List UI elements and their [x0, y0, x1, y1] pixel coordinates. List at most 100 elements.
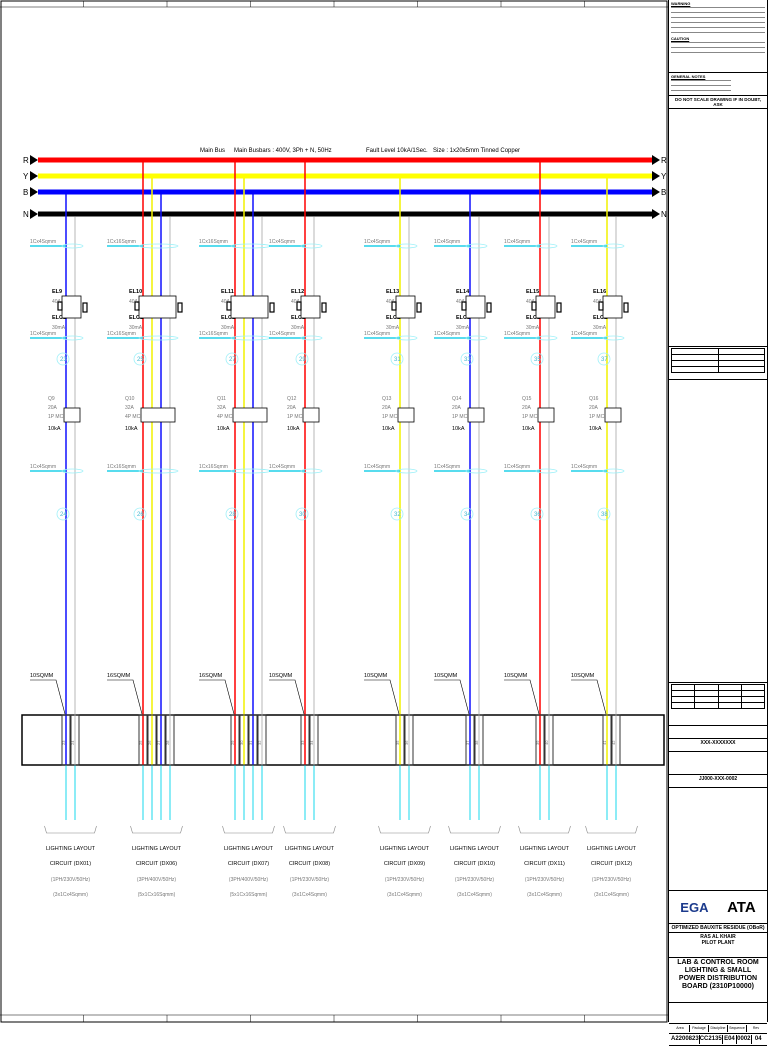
vendor-doc-number: JJ000-XXX-0002	[669, 775, 767, 788]
circuit-ref-in: 25	[137, 357, 144, 363]
circuit-description: LIGHTING LAYOUT	[285, 846, 335, 852]
elcb-sensitivity: 30mA	[129, 325, 143, 331]
circuit-description: LIGHTING LAYOUT	[380, 846, 430, 852]
bus-arrow-right-icon	[652, 187, 660, 197]
mcb-symbol	[64, 408, 80, 422]
circuit-ref-out: 36	[534, 512, 541, 518]
mcb-rating: 20A	[452, 405, 462, 411]
cable-size-label: 1Cx4Sqmm	[504, 331, 530, 337]
bus-tap-dot	[251, 190, 256, 195]
circuit-ref-out: 28	[229, 512, 236, 518]
elcb-symbol	[62, 296, 81, 318]
mcb-tag: Q11	[217, 396, 226, 402]
circuit-description: CIRCUIT (DX07)	[228, 861, 269, 867]
bus-tap-dot	[260, 212, 265, 217]
elcb-sensitivity: 30mA	[456, 325, 470, 331]
elcb-test-icon	[83, 303, 87, 312]
circuit-ref-out: 38	[601, 512, 608, 518]
terminal-number: 30	[239, 740, 244, 745]
doc-header: Package	[690, 1025, 709, 1032]
mcb-tag: Q15	[522, 396, 532, 402]
elcb-tag: EL15	[526, 289, 539, 295]
elcb-symbol	[603, 296, 622, 318]
elcb-test-icon	[270, 303, 274, 312]
feeder-leader	[199, 680, 234, 714]
terminal-strip	[22, 715, 664, 765]
feeder-leader	[434, 680, 469, 714]
terminal-number: 33	[300, 740, 305, 745]
circuit-bracket	[586, 826, 638, 833]
elcb-test-icon	[178, 303, 182, 312]
bus-tap-dot	[242, 174, 247, 179]
bus-tap-dot	[398, 174, 403, 179]
cable-size-label: 1Cx4Sqmm	[571, 331, 597, 337]
circuit-description: (3x1Cx4Sqmm)	[292, 892, 327, 898]
elcb-sensitivity: 30mA	[386, 325, 400, 331]
bus-label-left: N	[23, 210, 29, 219]
terminal-number: 36	[404, 740, 409, 745]
circuit-bracket	[45, 826, 97, 833]
elcb-test-icon	[417, 303, 421, 312]
terminal-number: 41	[602, 740, 607, 745]
bus-tap-dot	[614, 212, 619, 217]
elcb-tag: EL13	[386, 289, 399, 295]
circuit-description: (1PH/230V/50Hz)	[290, 877, 330, 883]
circuit-description: CIRCUIT (DX12)	[591, 861, 632, 867]
bus-tap-dot	[73, 212, 78, 217]
terminal-number: 38	[474, 740, 479, 745]
elcb-test-icon	[322, 303, 326, 312]
circuit-bracket	[284, 826, 336, 833]
elcb-sensitivity: 30mA	[526, 325, 540, 331]
doc-header: Sequence	[728, 1025, 747, 1032]
circuit-description: (5x1Cx16Sqmm)	[138, 892, 176, 898]
bus-tap-dot	[477, 212, 482, 217]
mcb-rating: 20A	[48, 405, 58, 411]
contractor-doc-number: XXX-XXXXXXX	[669, 739, 767, 752]
cable-size-label: 1Cx4Sqmm	[434, 331, 460, 337]
bus-tap-dot	[407, 212, 412, 217]
circuit-description: (3x1Cx4Sqmm)	[457, 892, 492, 898]
circuit-ref-in: 33	[464, 357, 471, 363]
mcb-symbol	[398, 408, 414, 422]
circuit-description: (3x1Cx4Sqmm)	[387, 892, 422, 898]
cable-size-label: 1Cx4Sqmm	[364, 331, 390, 337]
cable-gland-icon	[231, 469, 270, 473]
elcb-tag: EL12	[291, 289, 304, 295]
circuit-bracket	[131, 826, 183, 833]
bus-tap-dot	[538, 158, 543, 163]
terminal-number: 28	[165, 740, 170, 745]
document-number: A2200823 CC2135 E04 0002 04	[669, 1034, 767, 1046]
site-plant: PILOT PLANT	[671, 940, 765, 946]
feeder-leader	[571, 680, 606, 714]
doc-package: CC2135	[700, 1035, 723, 1044]
circuit-ref-in: 35	[534, 357, 541, 363]
cable-gland-icon	[231, 336, 270, 340]
cable-size-label: 1Cx4Sqmm	[30, 239, 56, 245]
cable-gland-icon	[139, 469, 178, 473]
feeder-leader	[364, 680, 399, 714]
bus-label-right: B	[661, 188, 666, 197]
mcb-tag: Q13	[382, 396, 392, 402]
fault-level: Fault Level 10kA/1Sec.	[366, 148, 428, 154]
feeder-size: 10SQMM	[269, 673, 293, 679]
drawing-frame	[1, 1, 667, 1022]
cable-size-label: 1Cx4Sqmm	[571, 239, 597, 245]
mcb-breaking-capacity: 10kA	[125, 426, 138, 432]
bus-tap-dot	[141, 158, 146, 163]
terminal-number: 24	[70, 740, 75, 745]
feeder-size: 16SQMM	[107, 673, 131, 679]
bus-arrow-left-icon	[30, 187, 38, 197]
cable-size-label: 1Cx4Sqmm	[30, 331, 56, 337]
do-not-scale-note: DO NOT SCALE DRAWING IF IN DOUBT, ASK	[669, 96, 767, 109]
circuit-ref-in: 27	[229, 357, 236, 363]
cable-gland-icon	[139, 244, 178, 248]
terminal-number: 27	[156, 740, 161, 745]
elcb-symbol	[466, 296, 485, 318]
circuit-ref-in: 23	[60, 357, 67, 363]
revision-table	[671, 348, 765, 373]
cable-size-label: 1Cx4Sqmm	[269, 331, 295, 337]
elcb-sensitivity: 30mA	[52, 325, 66, 331]
cable-size-label: 1Cx4Sqmm	[504, 464, 530, 470]
cable-size-label: 1Cx4Sqmm	[30, 464, 56, 470]
cable-size-label: 1Cx4Sqmm	[504, 239, 530, 245]
